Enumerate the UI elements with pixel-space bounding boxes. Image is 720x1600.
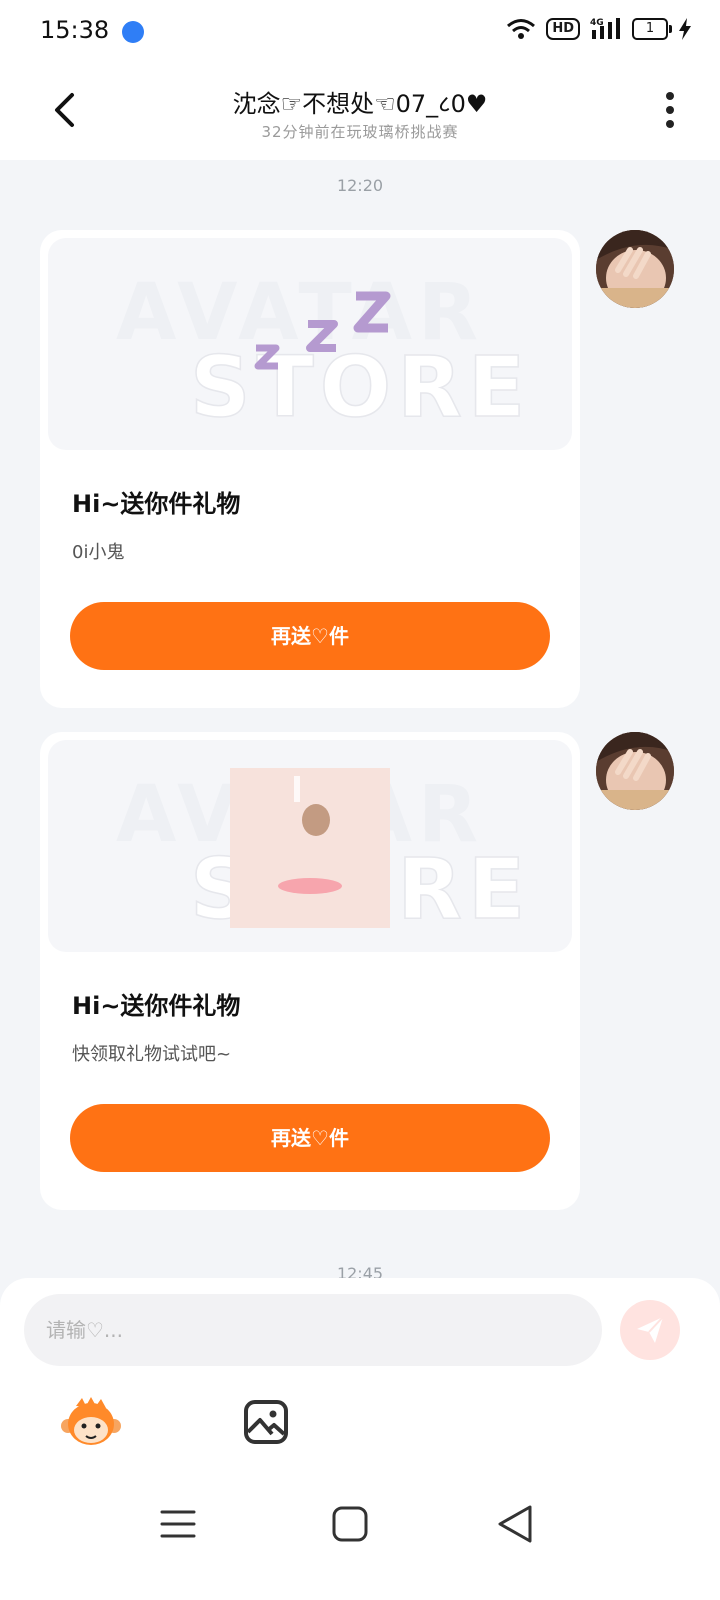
image-button[interactable] bbox=[242, 1398, 290, 1446]
gift-image: AVATAR STORE bbox=[48, 238, 572, 450]
gift-title: Hi~送你件礼物 bbox=[72, 490, 241, 518]
chat-title: 沈念☞不想处☜07_८0♥ bbox=[232, 90, 488, 118]
send-another-gift-button[interactable]: 再送♡件 bbox=[70, 602, 550, 670]
gift-description: 0i小鬼 bbox=[72, 542, 125, 563]
signal-icon: 4G bbox=[590, 17, 622, 41]
avatar[interactable] bbox=[596, 732, 674, 810]
chevron-left-icon bbox=[55, 93, 74, 127]
message-timestamp: 12:20 bbox=[336, 176, 384, 195]
system-back-button[interactable] bbox=[494, 1502, 538, 1546]
more-vertical-icon bbox=[666, 92, 674, 128]
sleep-zzz-icon bbox=[254, 291, 391, 370]
more-options-button[interactable] bbox=[650, 86, 690, 134]
face-accessory-image bbox=[230, 768, 390, 928]
back-button[interactable] bbox=[40, 86, 88, 134]
user-avatar-image bbox=[596, 732, 674, 810]
charging-icon bbox=[678, 18, 692, 40]
battery-icon: 1 bbox=[632, 18, 672, 40]
user-avatar-image bbox=[596, 230, 674, 308]
triangle-back-icon bbox=[498, 1505, 532, 1543]
chat-subtitle: 32分钟前在玩玻璃桥挑战赛 bbox=[261, 123, 459, 141]
wifi-icon bbox=[506, 17, 536, 41]
gift-card: AVATAR STORE Hi~送你件礼物 快领取礼物试试吧~ 再送♡件 bbox=[40, 732, 580, 1210]
system-nav-bar bbox=[0, 1486, 720, 1566]
hd-badge: HD bbox=[546, 18, 580, 40]
emoji-button[interactable] bbox=[60, 1396, 122, 1448]
avatar[interactable] bbox=[596, 230, 674, 308]
status-time: 15:38 bbox=[40, 16, 110, 44]
send-another-gift-button[interactable]: 再送♡件 bbox=[70, 1104, 550, 1172]
recent-apps-button[interactable] bbox=[158, 1504, 198, 1544]
status-icons: HD 4G 1 bbox=[506, 17, 692, 41]
gift-image: AVATAR STORE bbox=[48, 740, 572, 952]
gift-title: Hi~送你件礼物 bbox=[72, 992, 241, 1020]
send-icon bbox=[637, 1316, 664, 1343]
monkey-emoji-icon bbox=[61, 1397, 121, 1445]
app-notification-icon bbox=[122, 21, 144, 43]
gift-description: 快领取礼物试试吧~ bbox=[72, 1044, 232, 1065]
status-bar: 15:38 HD 4G 1 bbox=[0, 0, 720, 64]
message-input[interactable] bbox=[24, 1294, 602, 1366]
image-icon bbox=[244, 1400, 288, 1444]
gift-card: AVATAR STORE Hi~送你件礼物 0i小鬼 再送♡件 bbox=[40, 230, 580, 708]
chat-header: 沈念☞不想处☜07_८0♥ 32分钟前在玩玻璃桥挑战赛 bbox=[0, 64, 720, 160]
menu-icon bbox=[160, 1510, 196, 1538]
home-button[interactable] bbox=[330, 1504, 370, 1544]
send-button[interactable] bbox=[620, 1300, 680, 1360]
home-square-icon bbox=[332, 1506, 368, 1542]
